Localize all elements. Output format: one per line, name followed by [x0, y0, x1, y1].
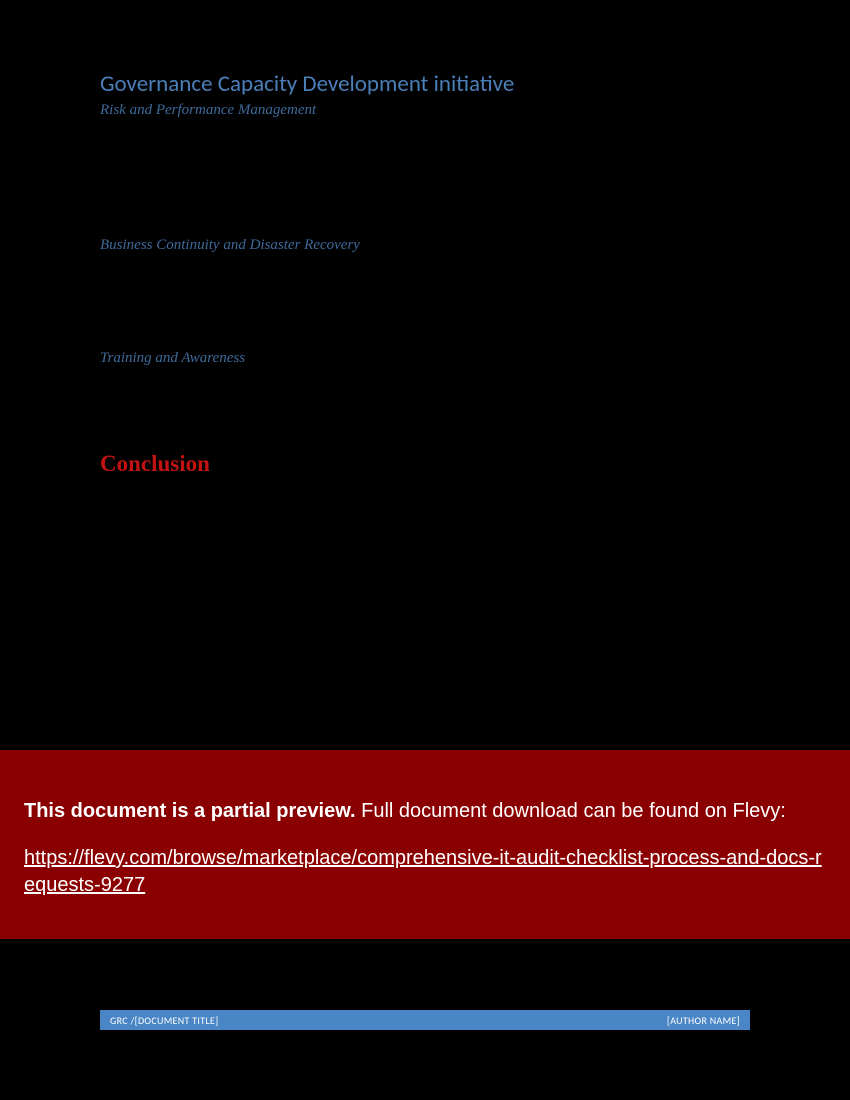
footer-left: GRC /[DOCUMENT TITLE] [110, 1014, 218, 1027]
conclusion-heading: Conclusion [100, 451, 750, 477]
document-page: Governance Capacity Development initiati… [0, 0, 850, 1100]
banner-message: This document is a partial preview. Full… [24, 800, 826, 823]
page-title: Governance Capacity Development initiati… [100, 70, 750, 98]
section-heading-training: Training and Awareness [100, 350, 750, 367]
banner-rest-text: Full document download can be found on F… [356, 800, 786, 822]
banner-link[interactable]: https://flevy.com/browse/marketplace/com… [24, 845, 826, 899]
preview-banner: This document is a partial preview. Full… [0, 750, 850, 939]
section-heading-risk: Risk and Performance Management [100, 102, 750, 119]
banner-bold-text: This document is a partial preview. [24, 800, 356, 822]
document-body: Governance Capacity Development initiati… [100, 70, 750, 477]
footer-bar: GRC /[DOCUMENT TITLE] [AUTHOR NAME] [100, 1010, 750, 1030]
section-heading-bcdr: Business Continuity and Disaster Recover… [100, 237, 750, 254]
footer-right: [AUTHOR NAME] [667, 1014, 740, 1027]
